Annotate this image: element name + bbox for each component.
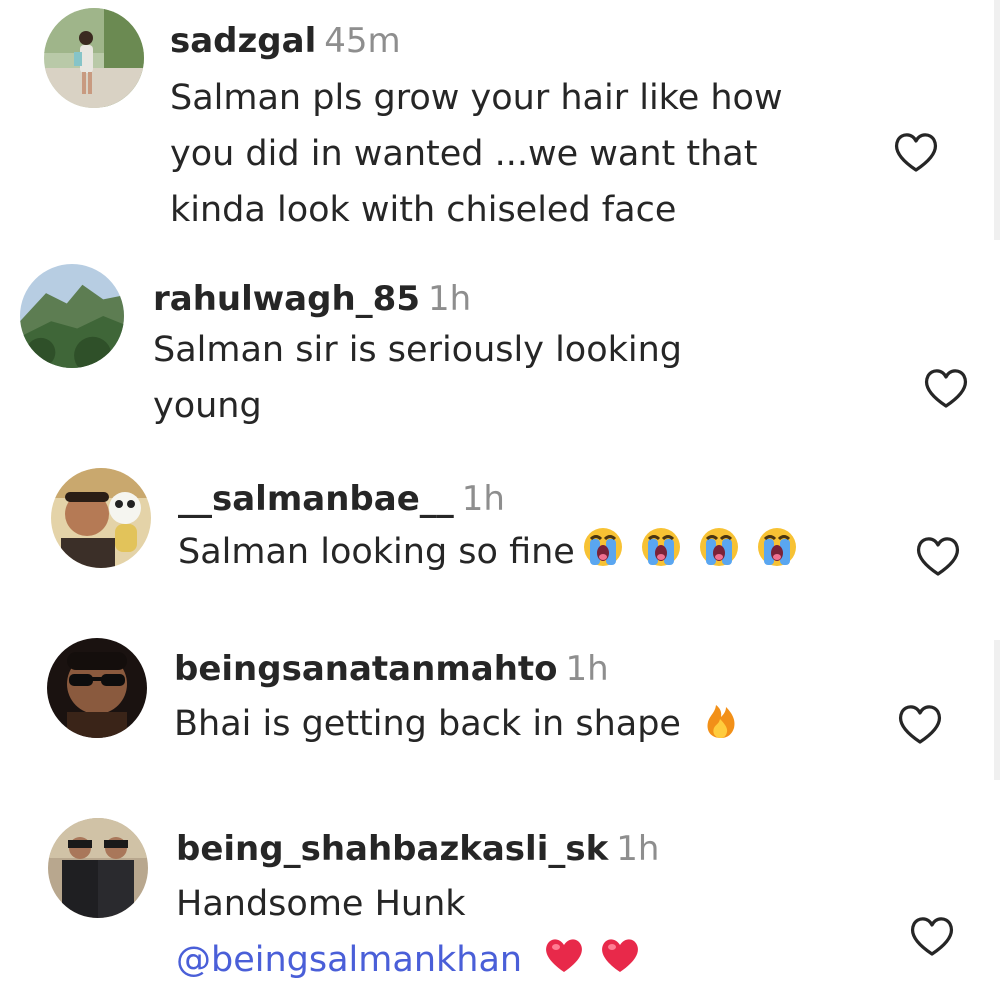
comment-text: Salman looking so fine [178,524,908,580]
avatar[interactable] [48,818,148,918]
like-heart-icon[interactable] [896,702,944,746]
loudly-crying-face-icon [755,525,799,569]
like-heart-icon[interactable] [914,534,962,578]
comment-username[interactable]: beingsanatanmahto [174,649,558,689]
comment-username[interactable]: being_shahbazkasli_sk [176,829,608,869]
fire-icon [699,697,743,741]
loudly-crying-face-icon [697,525,741,569]
comment-item: sadzgal 45m Salman pls grow your hair lik… [0,0,1000,240]
comment-text: Handsome Hunk @beingsalmankhan [176,876,906,988]
avatar[interactable] [20,264,124,368]
comment-timestamp: 45m [324,21,401,61]
comment-item: rahulwagh_85 1h Salman sir is seriously l… [0,250,1000,450]
like-heart-icon[interactable] [908,914,956,958]
comment-username[interactable]: rahulwagh_85 [153,279,420,319]
comments-list: sadzgal 45m Salman pls grow your hair lik… [0,0,1000,1000]
heart-icon [598,933,642,977]
comment-text: Salman pls grow your hair like how you d… [170,78,783,230]
comment-item: beingsanatanmahto 1h Bhai is getting back… [0,630,1000,780]
comment-username[interactable]: __salmanbae__ [178,479,454,519]
comment-username[interactable]: sadzgal [170,21,316,61]
scrollbar-track[interactable] [994,640,1000,780]
comment-item: being_shahbazkasli_sk 1h Handsome Hunk @b… [0,810,1000,1000]
scrollbar-track[interactable] [994,0,1000,240]
loudly-crying-face-icon [581,525,625,569]
avatar[interactable] [47,638,147,738]
mention-link[interactable]: @beingsalmankhan [176,940,522,980]
like-heart-icon[interactable] [892,130,940,174]
comment-text: Bhai is getting back in shape [174,696,894,752]
avatar[interactable] [44,8,144,108]
comment-timestamp: 1h [565,649,609,689]
avatar[interactable] [51,468,151,568]
comment-timestamp: 1h [616,829,660,869]
comment-item: __salmanbae__ 1h Salman looking so fine [0,460,1000,590]
like-heart-icon[interactable] [922,366,970,410]
comment-text: Salman sir is seriously looking young [153,330,683,426]
loudly-crying-face-icon [639,525,683,569]
comment-timestamp: 1h [428,279,472,319]
comment-timestamp: 1h [461,479,505,519]
heart-icon [542,933,586,977]
